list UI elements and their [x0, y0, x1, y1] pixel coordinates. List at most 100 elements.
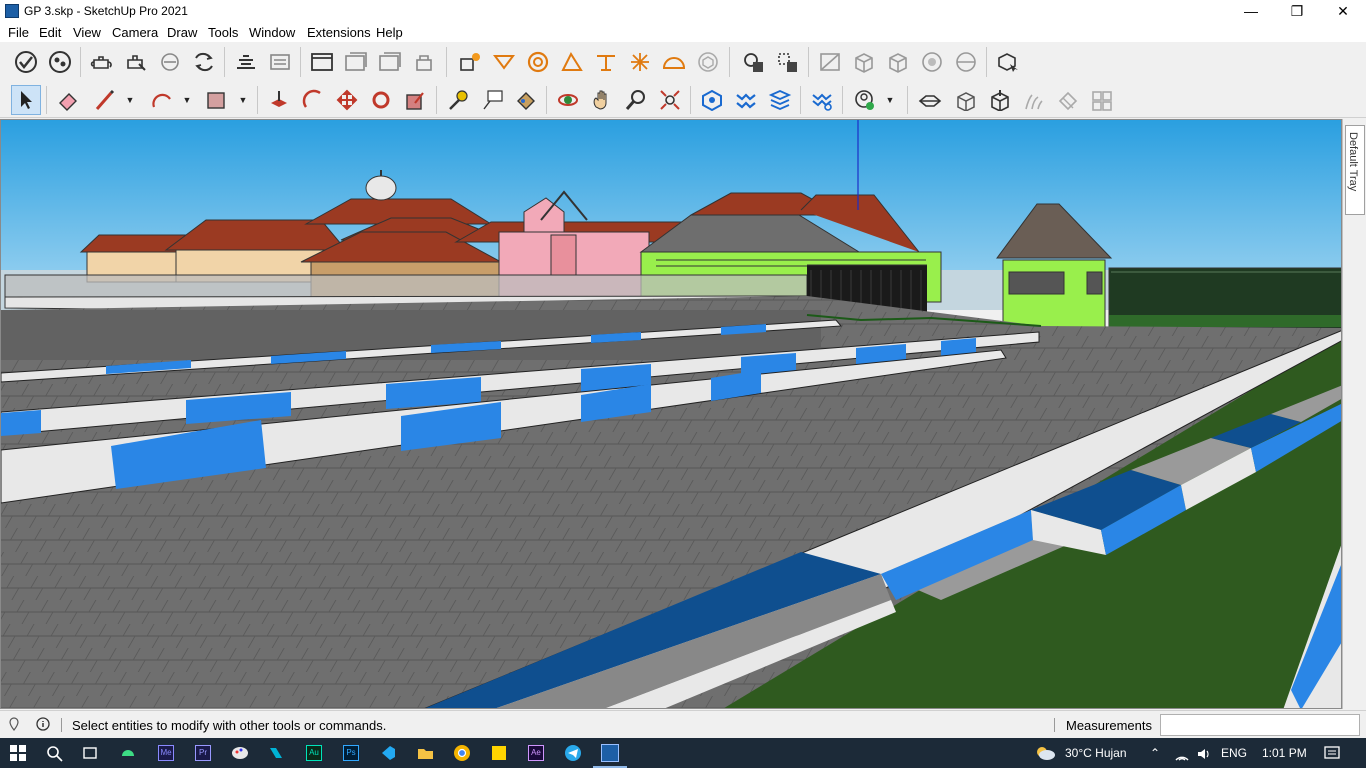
explode-icon[interactable] [625, 47, 655, 77]
menu-file[interactable]: File [8, 25, 29, 40]
text-icon[interactable] [477, 85, 507, 115]
sourcetree-icon[interactable] [266, 743, 286, 763]
photoshop-icon[interactable]: Ps [341, 743, 361, 763]
tape-measure-icon[interactable] [443, 85, 473, 115]
eraser-icon[interactable] [53, 85, 83, 115]
intersect-icon[interactable] [773, 47, 803, 77]
maximize-button[interactable]: ❐ [1274, 0, 1320, 22]
vscode-icon[interactable] [378, 743, 398, 763]
volume-icon[interactable] [1196, 747, 1212, 764]
drape-icon[interactable] [807, 85, 837, 115]
audition-icon[interactable]: Au [304, 743, 324, 763]
chevron-up-icon[interactable]: ⌃ [1150, 746, 1160, 760]
network-icon[interactable] [1174, 747, 1190, 764]
profile-dropdown-icon[interactable]: ▼ [885, 95, 895, 105]
info-icon[interactable] [36, 717, 50, 731]
search-icon[interactable] [44, 743, 64, 763]
arc-icon[interactable] [147, 85, 177, 115]
measurements-input[interactable] [1160, 714, 1360, 736]
default-tray-tab[interactable]: Default Tray [1345, 125, 1365, 215]
outliner-icon[interactable] [265, 47, 295, 77]
scene-icon[interactable] [341, 47, 371, 77]
clock[interactable]: 1:01 PM [1262, 746, 1307, 760]
grid-icon[interactable] [1087, 85, 1117, 115]
minimize-button[interactable]: — [1228, 0, 1274, 22]
move-icon[interactable] [332, 85, 362, 115]
line-dropdown-icon[interactable]: ▼ [125, 95, 135, 105]
model-viewport[interactable] [0, 119, 1342, 709]
zoom-extents-icon[interactable] [655, 85, 685, 115]
dome-icon[interactable] [659, 47, 689, 77]
menu-tools[interactable]: Tools [208, 25, 238, 40]
sketchup-icon[interactable] [600, 743, 620, 763]
windows-start-icon[interactable] [8, 743, 28, 763]
profile-icon[interactable] [849, 85, 879, 115]
teapot-rotate-icon[interactable] [155, 47, 185, 77]
hidden-line-icon[interactable] [917, 47, 947, 77]
chrome-icon[interactable] [452, 743, 472, 763]
scene-next-icon[interactable] [375, 47, 405, 77]
box-icon[interactable] [951, 85, 981, 115]
push-pull-icon[interactable] [264, 85, 294, 115]
menu-draw[interactable]: Draw [167, 25, 197, 40]
android-icon[interactable] [118, 743, 138, 763]
flip-icon[interactable] [1019, 85, 1049, 115]
after-effects-icon[interactable]: Ae [526, 743, 546, 763]
section-icon[interactable] [915, 85, 945, 115]
trimble-connect-icon[interactable] [45, 47, 75, 77]
warehouse-3d-icon[interactable] [697, 85, 727, 115]
pan-icon[interactable] [587, 85, 617, 115]
bend-icon[interactable] [1053, 85, 1083, 115]
menu-help[interactable]: Help [376, 25, 403, 40]
stamp-icon[interactable] [765, 85, 795, 115]
sandbox-icon[interactable] [731, 85, 761, 115]
file-explorer-icon[interactable] [415, 743, 435, 763]
notification-icon[interactable] [1324, 746, 1340, 763]
shaded-icon[interactable] [951, 47, 981, 77]
offset-icon[interactable] [298, 85, 328, 115]
menu-view[interactable]: View [73, 25, 101, 40]
teapot-paint-icon[interactable] [121, 47, 151, 77]
preview-icon[interactable] [993, 47, 1023, 77]
menu-edit[interactable]: Edit [39, 25, 61, 40]
scale-skew-icon[interactable] [557, 47, 587, 77]
eraser-axes-icon[interactable] [591, 47, 621, 77]
component-add-icon[interactable] [985, 85, 1015, 115]
back-edges-icon[interactable] [849, 47, 879, 77]
wireframe-icon[interactable] [883, 47, 913, 77]
generate-report-icon[interactable] [231, 47, 261, 77]
premiere-icon[interactable]: Pr [193, 743, 213, 763]
telegram-icon[interactable] [563, 743, 583, 763]
sticky-notes-icon[interactable] [489, 743, 509, 763]
arc-dropdown-icon[interactable]: ▼ [182, 95, 192, 105]
teapot-materials-icon[interactable] [87, 47, 117, 77]
close-button[interactable]: ✕ [1320, 0, 1366, 22]
rotate-icon[interactable] [366, 85, 396, 115]
language-indicator[interactable]: ENG [1221, 746, 1247, 760]
geo-location-icon[interactable] [8, 717, 20, 731]
follow-me-icon[interactable] [523, 47, 553, 77]
xray-icon[interactable] [815, 47, 845, 77]
outer-shell-icon[interactable] [739, 47, 769, 77]
window-view-icon[interactable] [307, 47, 337, 77]
paint-icon[interactable] [230, 743, 250, 763]
zoom-icon[interactable] [621, 85, 651, 115]
weather-icon[interactable] [1034, 744, 1056, 762]
menu-extensions[interactable]: Extensions [307, 25, 371, 40]
rectangle-dropdown-icon[interactable]: ▼ [238, 95, 248, 105]
media-encoder-icon[interactable]: Me [156, 743, 176, 763]
select-icon[interactable] [11, 85, 41, 115]
weather-text[interactable]: 30°C Hujan [1065, 746, 1127, 760]
lock-icon[interactable] [409, 47, 439, 77]
orbit-icon[interactable] [553, 85, 583, 115]
shadows-icon[interactable] [455, 47, 485, 77]
section-plane-icon[interactable] [489, 47, 519, 77]
menu-camera[interactable]: Camera [112, 25, 158, 40]
paint-bucket-icon[interactable] [511, 85, 541, 115]
layout-send-icon[interactable] [189, 47, 219, 77]
scale-icon[interactable] [400, 85, 430, 115]
extension-warehouse-icon[interactable] [11, 47, 41, 77]
line-icon[interactable] [90, 85, 120, 115]
menu-window[interactable]: Window [249, 25, 295, 40]
solid-icon[interactable] [693, 47, 723, 77]
